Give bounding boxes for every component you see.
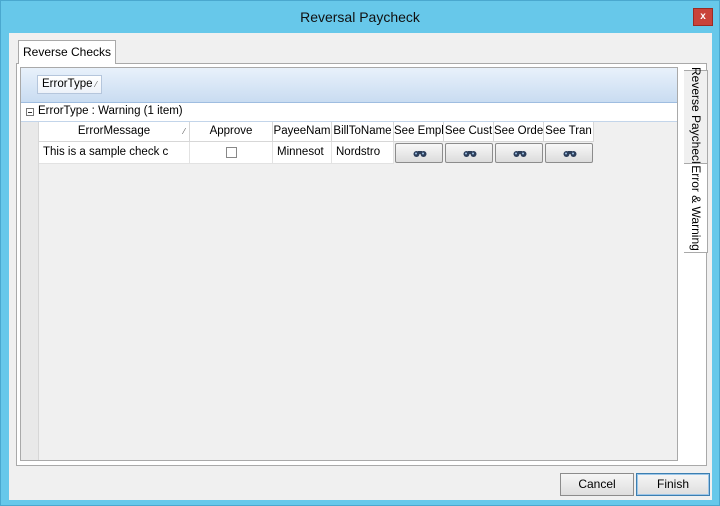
cell-error-message[interactable]: This is a sample check c xyxy=(39,142,190,164)
see-customer-button[interactable] xyxy=(445,143,493,163)
group-row[interactable]: ErrorType : Warning (1 item) xyxy=(21,103,677,122)
sort-icon: ⁄ xyxy=(95,80,97,89)
grid-indent-gutter xyxy=(21,122,39,460)
group-row-label: ErrorType : Warning (1 item) xyxy=(38,105,183,117)
data-grid: ErrorType ⁄ ErrorType : Warning (1 item) … xyxy=(20,67,678,461)
binoculars-icon xyxy=(563,151,577,157)
column-header-billtoname[interactable]: BillToName xyxy=(332,122,394,142)
dialog-client-area: Reverse Checks ErrorType ⁄ ErrorType : Wa… xyxy=(9,33,712,500)
column-header-see-empl[interactable]: See Empl xyxy=(394,122,444,142)
column-header-approve[interactable]: Approve xyxy=(190,122,273,142)
cell-approve xyxy=(190,142,273,164)
cell-payee-name[interactable]: Minnesot xyxy=(273,142,332,164)
column-header-label: ErrorMessage xyxy=(77,125,151,137)
title-bar[interactable]: Reversal Paycheck x xyxy=(1,1,719,33)
tab-reverse-checks[interactable]: Reverse Checks xyxy=(18,40,117,64)
column-header-see-cust[interactable]: See Cust xyxy=(444,122,494,142)
see-employee-button[interactable] xyxy=(395,143,443,163)
group-by-chip-label: ErrorType xyxy=(42,78,93,90)
finish-button[interactable]: Finish xyxy=(636,473,710,496)
sort-icon: ⁄ xyxy=(183,127,185,136)
close-button[interactable]: x xyxy=(693,8,713,26)
cell-bill-to-name[interactable]: Nordstro xyxy=(332,142,394,164)
column-header-see-orde[interactable]: See Orde xyxy=(494,122,544,142)
binoculars-icon xyxy=(413,151,427,157)
tab-panel: ErrorType ⁄ ErrorType : Warning (1 item) … xyxy=(16,63,708,466)
column-header-see-tran[interactable]: See Tran xyxy=(544,122,594,142)
table-row[interactable]: This is a sample check c Minnesot Nordst… xyxy=(21,142,677,164)
tab-error-warning[interactable]: Error & Warning xyxy=(684,163,708,253)
window-title: Reversal Paycheck xyxy=(300,9,420,25)
cancel-button[interactable]: Cancel xyxy=(560,473,634,496)
collapse-icon[interactable] xyxy=(26,108,34,116)
group-by-chip-errortype[interactable]: ErrorType ⁄ xyxy=(37,75,102,94)
tab-label: Error & Warning xyxy=(688,165,703,251)
binoculars-icon xyxy=(513,151,527,157)
binoculars-icon xyxy=(463,151,477,157)
column-header-row: ErrorMessage ⁄ Approve PayeeNam BillToNam… xyxy=(21,122,677,142)
group-by-panel: ErrorType ⁄ xyxy=(21,68,677,103)
tab-reverse-paycheck[interactable]: Reverse Paycheck xyxy=(684,66,708,168)
see-transaction-button[interactable] xyxy=(545,143,593,163)
column-header-payeename[interactable]: PayeeNam xyxy=(273,122,332,142)
column-header-errormessage[interactable]: ErrorMessage ⁄ xyxy=(39,122,190,142)
approve-checkbox[interactable] xyxy=(226,147,237,158)
see-order-button[interactable] xyxy=(495,143,543,163)
tab-label: Reverse Paycheck xyxy=(688,66,703,168)
dialog-window: Reversal Paycheck x Reverse Checks Error… xyxy=(0,0,720,506)
